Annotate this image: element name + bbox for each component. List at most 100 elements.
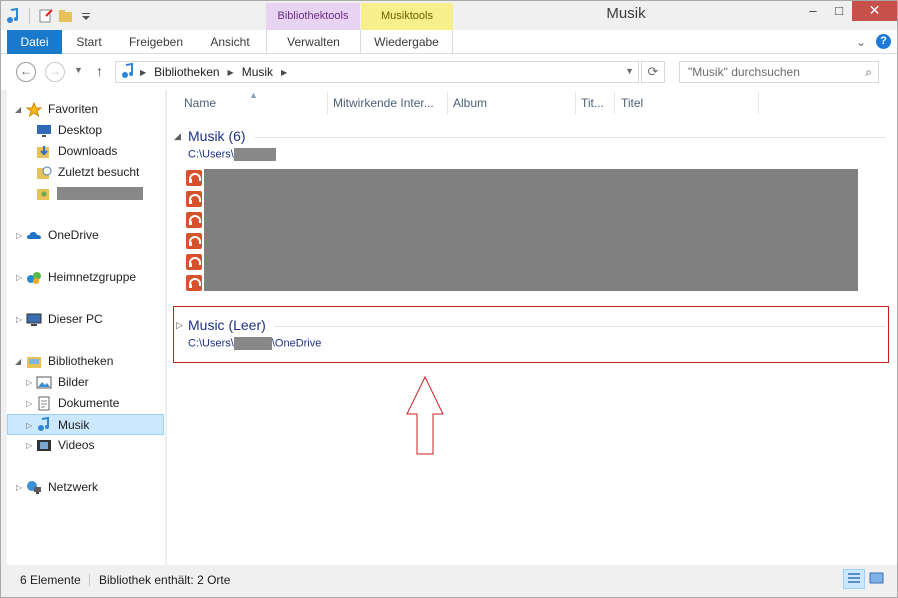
videos-icon bbox=[36, 438, 52, 453]
column-header-track[interactable]: Tit... bbox=[581, 96, 604, 118]
network-icon bbox=[26, 480, 42, 495]
nav-libraries[interactable]: ◢ Bibliotheken bbox=[7, 351, 165, 372]
tab-view[interactable]: Ansicht bbox=[201, 30, 259, 54]
expand-icon[interactable]: ▷ bbox=[16, 309, 22, 330]
expand-ribbon-icon[interactable]: ⌄ bbox=[856, 35, 866, 49]
audio-file-icon[interactable] bbox=[186, 170, 205, 186]
group-path-musik[interactable]: C:\Users\ bbox=[188, 148, 276, 161]
expand-icon[interactable]: ▷ bbox=[26, 415, 32, 436]
music-location-icon bbox=[120, 62, 136, 82]
customize-toolbar-icon[interactable] bbox=[78, 8, 94, 24]
homegroup-icon bbox=[26, 270, 42, 285]
details-view-icon bbox=[848, 573, 860, 583]
nav-videos[interactable]: ▷ Videos bbox=[7, 435, 165, 456]
nav-homegroup[interactable]: ▷ Heimnetzgruppe bbox=[7, 267, 165, 288]
expand-icon[interactable]: ▷ bbox=[26, 435, 32, 456]
documents-icon bbox=[36, 396, 52, 411]
user-folder-icon bbox=[36, 186, 52, 201]
sort-ascending-icon: ▲ bbox=[249, 90, 258, 100]
group-header-music-empty[interactable]: Music (Leer) bbox=[188, 317, 266, 333]
audio-file-icon[interactable] bbox=[186, 191, 205, 207]
nav-favorites[interactable]: ◢ Favoriten bbox=[7, 99, 165, 120]
breadcrumb-libraries[interactable]: Bibliotheken bbox=[154, 65, 219, 79]
status-item-count: 6 Elemente bbox=[20, 573, 81, 587]
nav-this-pc[interactable]: ▷ Dieser PC bbox=[7, 309, 165, 330]
expand-icon[interactable]: ▷ bbox=[16, 267, 22, 288]
tab-manage[interactable]: Verwalten bbox=[266, 30, 361, 54]
redacted-user-name bbox=[57, 187, 143, 200]
breadcrumb-separator-icon[interactable]: ▶ bbox=[140, 68, 146, 77]
column-header-name[interactable]: Name bbox=[184, 96, 216, 118]
search-input[interactable]: "Musik" durchsuchen ⌕ bbox=[679, 61, 879, 83]
close-button[interactable]: ✕ bbox=[852, 1, 897, 21]
music-icon bbox=[36, 416, 52, 432]
window-title: Musik bbox=[606, 5, 646, 22]
help-icon[interactable]: ? bbox=[876, 34, 891, 49]
ribbon-right-controls: ⌄ ? bbox=[856, 34, 891, 49]
window-controls: ‒ □ ✕ bbox=[800, 1, 897, 21]
expand-icon[interactable]: ▷ bbox=[26, 372, 32, 393]
audio-file-icon[interactable] bbox=[186, 212, 205, 228]
group-path-onedrive[interactable]: C:\Users\ \OneDrive bbox=[188, 337, 321, 350]
nav-user-folder[interactable] bbox=[7, 183, 165, 204]
group-expand-icon[interactable]: ▷ bbox=[176, 320, 183, 331]
up-button[interactable]: ↑ bbox=[96, 63, 103, 79]
maximize-button[interactable]: □ bbox=[826, 1, 852, 21]
explorer-window: Bibliothektools Musiktools Musik ‒ □ ✕ D… bbox=[0, 0, 898, 598]
breadcrumb-separator-icon[interactable]: ▶ bbox=[228, 68, 234, 77]
file-list-pane: ▲ Name Mitwirkende Inter... Album Tit...… bbox=[166, 90, 897, 565]
back-button[interactable]: ← bbox=[16, 62, 36, 82]
navigation-pane: ◢ Favoriten Desktop Downloads Zuletzt be… bbox=[7, 90, 165, 565]
column-header-title[interactable]: Titel bbox=[621, 96, 643, 118]
column-header-artists[interactable]: Mitwirkende Inter... bbox=[333, 96, 434, 118]
recent-locations-icon[interactable]: ▼ bbox=[74, 65, 83, 75]
tab-file[interactable]: Datei bbox=[7, 30, 62, 54]
tab-play[interactable]: Wiedergabe bbox=[360, 30, 453, 54]
column-header-album[interactable]: Album bbox=[453, 96, 487, 118]
large-icons-view-icon bbox=[869, 572, 884, 584]
address-dropdown-icon[interactable]: ▼ bbox=[625, 66, 634, 76]
nav-music[interactable]: ▷ Musik bbox=[7, 414, 164, 435]
minimize-button[interactable]: ‒ bbox=[800, 1, 826, 21]
nav-desktop[interactable]: Desktop bbox=[7, 120, 165, 141]
music-app-icon[interactable] bbox=[5, 7, 21, 24]
context-tab-library-tools[interactable]: Bibliothektools bbox=[266, 3, 360, 30]
up-arrow-annotation-icon bbox=[406, 376, 444, 455]
forward-button[interactable]: → bbox=[45, 62, 65, 82]
collapse-icon[interactable]: ◢ bbox=[15, 99, 21, 120]
group-collapse-icon[interactable]: ◢ bbox=[174, 131, 181, 142]
nav-recent-places[interactable]: Zuletzt besucht bbox=[7, 162, 165, 183]
expand-icon[interactable]: ▷ bbox=[16, 225, 22, 246]
nav-network[interactable]: ▷ Netzwerk bbox=[7, 477, 165, 498]
group-header-musik[interactable]: Musik (6) bbox=[188, 128, 246, 144]
new-folder-icon[interactable] bbox=[58, 8, 74, 24]
tab-share[interactable]: Freigeben bbox=[121, 30, 191, 54]
title-bar: Bibliothektools Musiktools Musik ‒ □ ✕ bbox=[1, 1, 897, 31]
nav-pictures[interactable]: ▷ Bilder bbox=[7, 372, 165, 393]
status-bar: 6 Elemente Bibliothek enthält: 2 Orte bbox=[1, 565, 897, 597]
collapse-icon[interactable]: ◢ bbox=[15, 351, 21, 372]
address-bar[interactable]: ▶ Bibliotheken ▶ Musik ▶ ▼ bbox=[115, 61, 639, 83]
breadcrumb-music[interactable]: Musik bbox=[242, 65, 273, 79]
context-tab-music-tools[interactable]: Musiktools bbox=[361, 3, 453, 30]
nav-documents[interactable]: ▷ Dokumente bbox=[7, 393, 165, 414]
audio-file-icon[interactable] bbox=[186, 233, 205, 249]
audio-file-icon[interactable] bbox=[186, 275, 205, 291]
pictures-icon bbox=[36, 375, 52, 390]
properties-icon[interactable] bbox=[38, 8, 54, 24]
tab-start[interactable]: Start bbox=[67, 30, 111, 54]
libraries-icon bbox=[26, 354, 42, 369]
search-icon[interactable]: ⌕ bbox=[865, 62, 872, 82]
nav-downloads[interactable]: Downloads bbox=[7, 141, 165, 162]
expand-icon[interactable]: ▷ bbox=[16, 477, 22, 498]
redacted-user-name bbox=[233, 337, 272, 350]
refresh-button[interactable]: ⟳ bbox=[641, 61, 665, 83]
large-icons-view-button[interactable] bbox=[866, 569, 888, 589]
audio-file-icon[interactable] bbox=[186, 254, 205, 270]
breadcrumb-separator-icon[interactable]: ▶ bbox=[281, 68, 287, 77]
ribbon-tab-bar: Datei Start Freigeben Ansicht Verwalten … bbox=[1, 30, 897, 54]
expand-icon[interactable]: ▷ bbox=[26, 393, 32, 414]
nav-onedrive[interactable]: ▷ OneDrive bbox=[7, 225, 165, 246]
redacted-user-name bbox=[233, 148, 276, 161]
details-view-button[interactable] bbox=[843, 569, 865, 589]
